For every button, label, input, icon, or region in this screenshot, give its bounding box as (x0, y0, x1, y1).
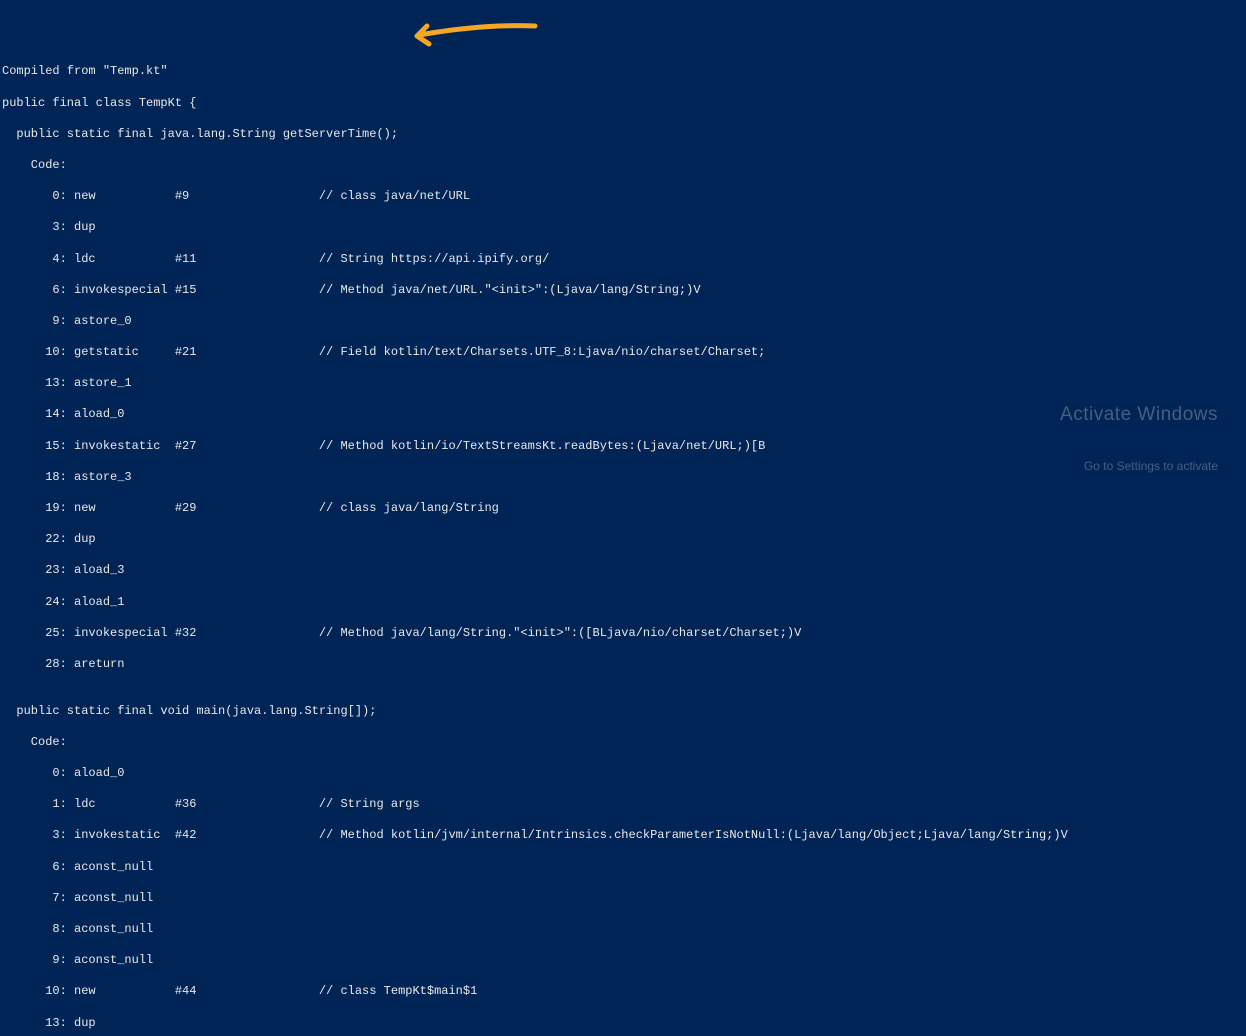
method2-signature: public static final void main(java.lang.… (2, 704, 1244, 720)
bytecode-line: 1: ldc #36 // String args (2, 797, 1244, 813)
method1-signature: public static final java.lang.String get… (2, 127, 1244, 143)
bytecode-line: 13: dup (2, 1016, 1244, 1032)
bytecode-line: 6: aconst_null (2, 860, 1244, 876)
arrow-annotation-icon (405, 20, 540, 50)
bytecode-line: 6: invokespecial #15 // Method java/net/… (2, 283, 1244, 299)
bytecode-line: 10: new #44 // class TempKt$main$1 (2, 984, 1244, 1000)
windows-activation-watermark: Activate Windows Go to Settings to activ… (1060, 372, 1218, 490)
watermark-title: Activate Windows (1060, 403, 1218, 428)
bytecode-line: 9: astore_0 (2, 314, 1244, 330)
class-declaration: public final class TempKt { (2, 96, 1244, 112)
bytecode-line: 15: invokestatic #27 // Method kotlin/io… (2, 439, 1244, 455)
bytecode-line: 8: aconst_null (2, 922, 1244, 938)
bytecode-line: 25: invokespecial #32 // Method java/lan… (2, 626, 1244, 642)
bytecode-line: 19: new #29 // class java/lang/String (2, 501, 1244, 517)
method1-code-label: Code: (2, 158, 1244, 174)
bytecode-line: 0: new #9 // class java/net/URL (2, 189, 1244, 205)
bytecode-line: 10: getstatic #21 // Field kotlin/text/C… (2, 345, 1244, 361)
bytecode-line: 4: ldc #11 // String https://api.ipify.o… (2, 252, 1244, 268)
bytecode-line: 9: aconst_null (2, 953, 1244, 969)
bytecode-line: 24: aload_1 (2, 595, 1244, 611)
bytecode-line: 3: dup (2, 220, 1244, 236)
bytecode-line: 0: aload_0 (2, 766, 1244, 782)
bytecode-line: 18: astore_3 (2, 470, 1244, 486)
bytecode-line: 23: aload_3 (2, 563, 1244, 579)
bytecode-line: 7: aconst_null (2, 891, 1244, 907)
bytecode-line: 14: aload_0 (2, 407, 1244, 423)
bytecode-line: 13: astore_1 (2, 376, 1244, 392)
compiled-from: Compiled from "Temp.kt" (2, 64, 1244, 80)
bytecode-line: 28: areturn (2, 657, 1244, 673)
watermark-subtitle: Go to Settings to activate (1060, 459, 1218, 475)
method2-code-label: Code: (2, 735, 1244, 751)
bytecode-line: 22: dup (2, 532, 1244, 548)
bytecode-line: 3: invokestatic #42 // Method kotlin/jvm… (2, 828, 1244, 844)
